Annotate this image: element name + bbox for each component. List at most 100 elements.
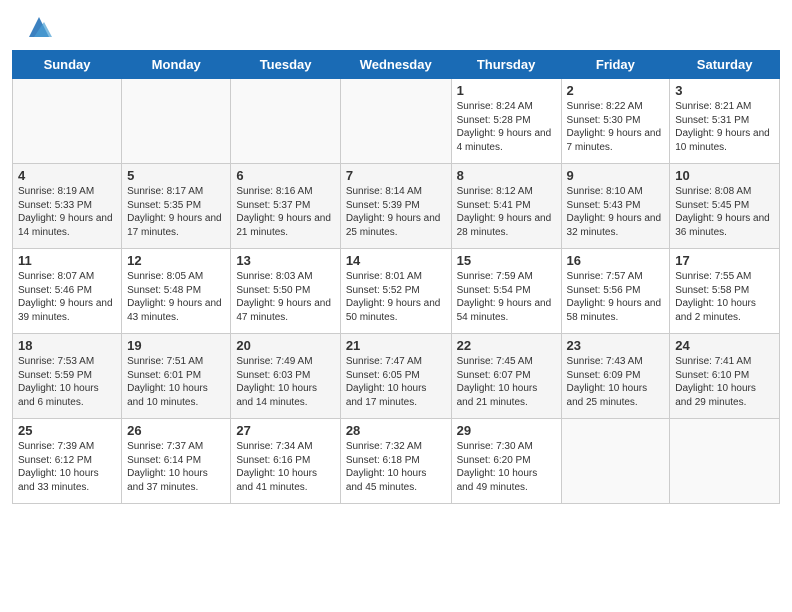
day-number: 5 [127, 168, 225, 183]
day-number: 8 [457, 168, 556, 183]
calendar-cell: 9 Sunrise: 8:10 AM Sunset: 5:43 PM Daylig… [561, 164, 670, 249]
calendar-cell: 2 Sunrise: 8:22 AM Sunset: 5:30 PM Daylig… [561, 79, 670, 164]
calendar-cell: 14 Sunrise: 8:01 AM Sunset: 5:52 PM Dayli… [340, 249, 451, 334]
calendar-cell: 1 Sunrise: 8:24 AM Sunset: 5:28 PM Daylig… [451, 79, 561, 164]
calendar-cell: 10 Sunrise: 8:08 AM Sunset: 5:45 PM Dayli… [670, 164, 780, 249]
day-info: Sunrise: 8:22 AM Sunset: 5:30 PM Dayligh… [567, 100, 665, 154]
day-number: 6 [236, 168, 334, 183]
day-number: 22 [457, 338, 556, 353]
day-info: Sunrise: 8:03 AM Sunset: 5:50 PM Dayligh… [236, 270, 334, 324]
day-number: 9 [567, 168, 665, 183]
calendar-cell [561, 419, 670, 504]
calendar-cell: 26 Sunrise: 7:37 AM Sunset: 6:14 PM Dayli… [122, 419, 231, 504]
calendar-cell: 24 Sunrise: 7:41 AM Sunset: 6:10 PM Dayli… [670, 334, 780, 419]
day-info: Sunrise: 8:21 AM Sunset: 5:31 PM Dayligh… [675, 100, 774, 154]
calendar-cell: 12 Sunrise: 8:05 AM Sunset: 5:48 PM Dayli… [122, 249, 231, 334]
day-info: Sunrise: 7:57 AM Sunset: 5:56 PM Dayligh… [567, 270, 665, 324]
calendar-cell [231, 79, 340, 164]
calendar-cell: 4 Sunrise: 8:19 AM Sunset: 5:33 PM Daylig… [13, 164, 122, 249]
calendar-cell: 18Sunrise: 7:53 AM Sunset: 5:59 PM Dayli… [13, 334, 122, 419]
day-info: Sunrise: 7:55 AM Sunset: 5:58 PM Dayligh… [675, 270, 774, 324]
day-number: 2 [567, 83, 665, 98]
calendar-cell: 7Sunrise: 8:14 AM Sunset: 5:39 PM Daylig… [340, 164, 451, 249]
day-number: 27 [236, 423, 334, 438]
day-info: Sunrise: 8:05 AM Sunset: 5:48 PM Dayligh… [127, 270, 225, 324]
calendar-cell: 8 Sunrise: 8:12 AM Sunset: 5:41 PM Daylig… [451, 164, 561, 249]
calendar-cell: 15 Sunrise: 7:59 AM Sunset: 5:54 PM Dayli… [451, 249, 561, 334]
calendar-cell: 27 Sunrise: 7:34 AM Sunset: 6:16 PM Dayli… [231, 419, 340, 504]
day-number: 26 [127, 423, 225, 438]
calendar-cell: 22 Sunrise: 7:45 AM Sunset: 6:07 PM Dayli… [451, 334, 561, 419]
day-number: 15 [457, 253, 556, 268]
day-info: Sunrise: 7:39 AM Sunset: 6:12 PM Dayligh… [18, 440, 116, 494]
day-info: Sunrise: 8:19 AM Sunset: 5:33 PM Dayligh… [18, 185, 116, 239]
day-number: 1 [457, 83, 556, 98]
day-info: Sunrise: 7:53 AM Sunset: 5:59 PM Dayligh… [18, 355, 116, 409]
day-number: 14 [346, 253, 446, 268]
day-info: Sunrise: 7:49 AM Sunset: 6:03 PM Dayligh… [236, 355, 334, 409]
day-info: Sunrise: 8:07 AM Sunset: 5:46 PM Dayligh… [18, 270, 116, 324]
day-number: 17 [675, 253, 774, 268]
day-info: Sunrise: 8:14 AM Sunset: 5:39 PM Dayligh… [346, 185, 446, 239]
day-info: Sunrise: 8:16 AM Sunset: 5:37 PM Dayligh… [236, 185, 334, 239]
day-info: Sunrise: 8:08 AM Sunset: 5:45 PM Dayligh… [675, 185, 774, 239]
calendar-table: SundayMondayTuesdayWednesdayThursdayFrid… [12, 50, 780, 504]
calendar-wrapper: SundayMondayTuesdayWednesdayThursdayFrid… [0, 50, 792, 514]
day-header-thursday: Thursday [451, 51, 561, 79]
days-header-row: SundayMondayTuesdayWednesdayThursdayFrid… [13, 51, 780, 79]
calendar-week-2: 4 Sunrise: 8:19 AM Sunset: 5:33 PM Daylig… [13, 164, 780, 249]
day-header-tuesday: Tuesday [231, 51, 340, 79]
day-info: Sunrise: 8:17 AM Sunset: 5:35 PM Dayligh… [127, 185, 225, 239]
calendar-week-5: 25 Sunrise: 7:39 AM Sunset: 6:12 PM Dayli… [13, 419, 780, 504]
day-info: Sunrise: 7:34 AM Sunset: 6:16 PM Dayligh… [236, 440, 334, 494]
day-number: 19 [127, 338, 225, 353]
day-number: 12 [127, 253, 225, 268]
calendar-cell: 6 Sunrise: 8:16 AM Sunset: 5:37 PM Daylig… [231, 164, 340, 249]
day-number: 10 [675, 168, 774, 183]
calendar-cell: 13 Sunrise: 8:03 AM Sunset: 5:50 PM Dayli… [231, 249, 340, 334]
day-number: 3 [675, 83, 774, 98]
calendar-cell: 19 Sunrise: 7:51 AM Sunset: 6:01 PM Dayli… [122, 334, 231, 419]
calendar-cell: 25 Sunrise: 7:39 AM Sunset: 6:12 PM Dayli… [13, 419, 122, 504]
day-info: Sunrise: 7:47 AM Sunset: 6:05 PM Dayligh… [346, 355, 446, 409]
day-header-monday: Monday [122, 51, 231, 79]
calendar-cell: 23 Sunrise: 7:43 AM Sunset: 6:09 PM Dayli… [561, 334, 670, 419]
calendar-cell: 16 Sunrise: 7:57 AM Sunset: 5:56 PM Dayli… [561, 249, 670, 334]
calendar-cell [340, 79, 451, 164]
day-number: 20 [236, 338, 334, 353]
calendar-week-4: 18Sunrise: 7:53 AM Sunset: 5:59 PM Dayli… [13, 334, 780, 419]
calendar-cell: 17 Sunrise: 7:55 AM Sunset: 5:58 PM Dayli… [670, 249, 780, 334]
day-number: 23 [567, 338, 665, 353]
day-number: 21 [346, 338, 446, 353]
calendar-cell: 28Sunrise: 7:32 AM Sunset: 6:18 PM Dayli… [340, 419, 451, 504]
logo-icon [24, 12, 54, 42]
day-info: Sunrise: 7:43 AM Sunset: 6:09 PM Dayligh… [567, 355, 665, 409]
day-info: Sunrise: 8:01 AM Sunset: 5:52 PM Dayligh… [346, 270, 446, 324]
calendar-cell: 29 Sunrise: 7:30 AM Sunset: 6:20 PM Dayli… [451, 419, 561, 504]
calendar-week-3: 11Sunrise: 8:07 AM Sunset: 5:46 PM Dayli… [13, 249, 780, 334]
day-info: Sunrise: 7:51 AM Sunset: 6:01 PM Dayligh… [127, 355, 225, 409]
day-number: 13 [236, 253, 334, 268]
day-number: 24 [675, 338, 774, 353]
day-info: Sunrise: 7:30 AM Sunset: 6:20 PM Dayligh… [457, 440, 556, 494]
day-info: Sunrise: 7:41 AM Sunset: 6:10 PM Dayligh… [675, 355, 774, 409]
day-header-saturday: Saturday [670, 51, 780, 79]
day-header-wednesday: Wednesday [340, 51, 451, 79]
day-number: 29 [457, 423, 556, 438]
day-info: Sunrise: 7:37 AM Sunset: 6:14 PM Dayligh… [127, 440, 225, 494]
day-info: Sunrise: 7:59 AM Sunset: 5:54 PM Dayligh… [457, 270, 556, 324]
page-header [0, 0, 792, 50]
calendar-cell: 21 Sunrise: 7:47 AM Sunset: 6:05 PM Dayli… [340, 334, 451, 419]
calendar-cell: 11Sunrise: 8:07 AM Sunset: 5:46 PM Dayli… [13, 249, 122, 334]
day-number: 25 [18, 423, 116, 438]
logo [20, 16, 54, 42]
day-number: 28 [346, 423, 446, 438]
calendar-cell: 3 Sunrise: 8:21 AM Sunset: 5:31 PM Daylig… [670, 79, 780, 164]
day-info: Sunrise: 7:45 AM Sunset: 6:07 PM Dayligh… [457, 355, 556, 409]
day-info: Sunrise: 8:24 AM Sunset: 5:28 PM Dayligh… [457, 100, 556, 154]
day-info: Sunrise: 8:12 AM Sunset: 5:41 PM Dayligh… [457, 185, 556, 239]
day-number: 4 [18, 168, 116, 183]
calendar-cell [122, 79, 231, 164]
day-info: Sunrise: 8:10 AM Sunset: 5:43 PM Dayligh… [567, 185, 665, 239]
day-number: 16 [567, 253, 665, 268]
